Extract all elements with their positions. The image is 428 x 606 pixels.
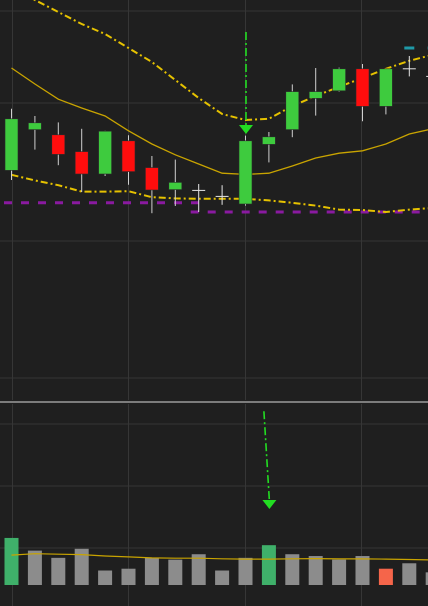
candle-body — [121, 140, 136, 172]
candlesticks[interactable] — [4, 56, 428, 214]
candle[interactable] — [262, 132, 276, 163]
volume-bar[interactable] — [378, 568, 393, 585]
lower-band-line — [11, 173, 428, 214]
candle-body — [308, 91, 323, 99]
candle[interactable] — [74, 128, 89, 192]
candle[interactable] — [238, 135, 253, 206]
candle-body — [168, 182, 183, 190]
candle[interactable] — [308, 68, 323, 116]
price-grid — [0, 0, 428, 400]
annotation-arrows — [239, 32, 277, 509]
candle[interactable] — [121, 135, 136, 185]
candle-body — [74, 151, 89, 175]
candle[interactable] — [215, 185, 229, 205]
candle[interactable] — [28, 116, 42, 150]
candle-body — [28, 122, 42, 130]
volume-bar[interactable] — [332, 559, 347, 585]
candle-body — [285, 91, 300, 130]
volume-bar[interactable] — [355, 556, 370, 585]
volume-bar[interactable] — [215, 570, 230, 585]
stock-chart[interactable] — [0, 0, 428, 606]
volume-bar[interactable] — [168, 559, 183, 585]
candle-body — [51, 134, 66, 155]
candle-body — [355, 68, 370, 107]
volume-bar[interactable] — [144, 557, 159, 585]
candle[interactable] — [355, 64, 370, 122]
volume-bar[interactable] — [98, 570, 113, 585]
candle[interactable] — [4, 108, 19, 180]
volume-bar[interactable] — [238, 557, 253, 585]
candle[interactable] — [332, 67, 346, 92]
candle-body — [262, 136, 276, 145]
volume-bar[interactable] — [402, 563, 417, 585]
volume-bar[interactable] — [4, 537, 19, 585]
candle-body — [4, 118, 19, 171]
volume-bar[interactable] — [121, 568, 136, 585]
volume-bar[interactable] — [51, 557, 66, 585]
candle[interactable] — [285, 84, 300, 138]
volume-bar[interactable] — [27, 550, 42, 585]
candle-body — [98, 130, 112, 175]
volume-annotation-arrow — [262, 411, 277, 509]
price-marker — [404, 46, 415, 50]
price-markers — [404, 46, 428, 50]
volume-bar[interactable] — [261, 545, 276, 585]
candle-body — [145, 167, 159, 191]
candle-body — [332, 68, 346, 92]
volume-bar[interactable] — [308, 556, 323, 585]
candle-body — [379, 68, 393, 107]
candle-body — [238, 140, 253, 205]
candle[interactable] — [51, 122, 66, 166]
volume-bars[interactable] — [4, 537, 428, 585]
candle[interactable] — [98, 130, 112, 176]
candle[interactable] — [379, 68, 393, 115]
candle[interactable] — [145, 156, 159, 214]
